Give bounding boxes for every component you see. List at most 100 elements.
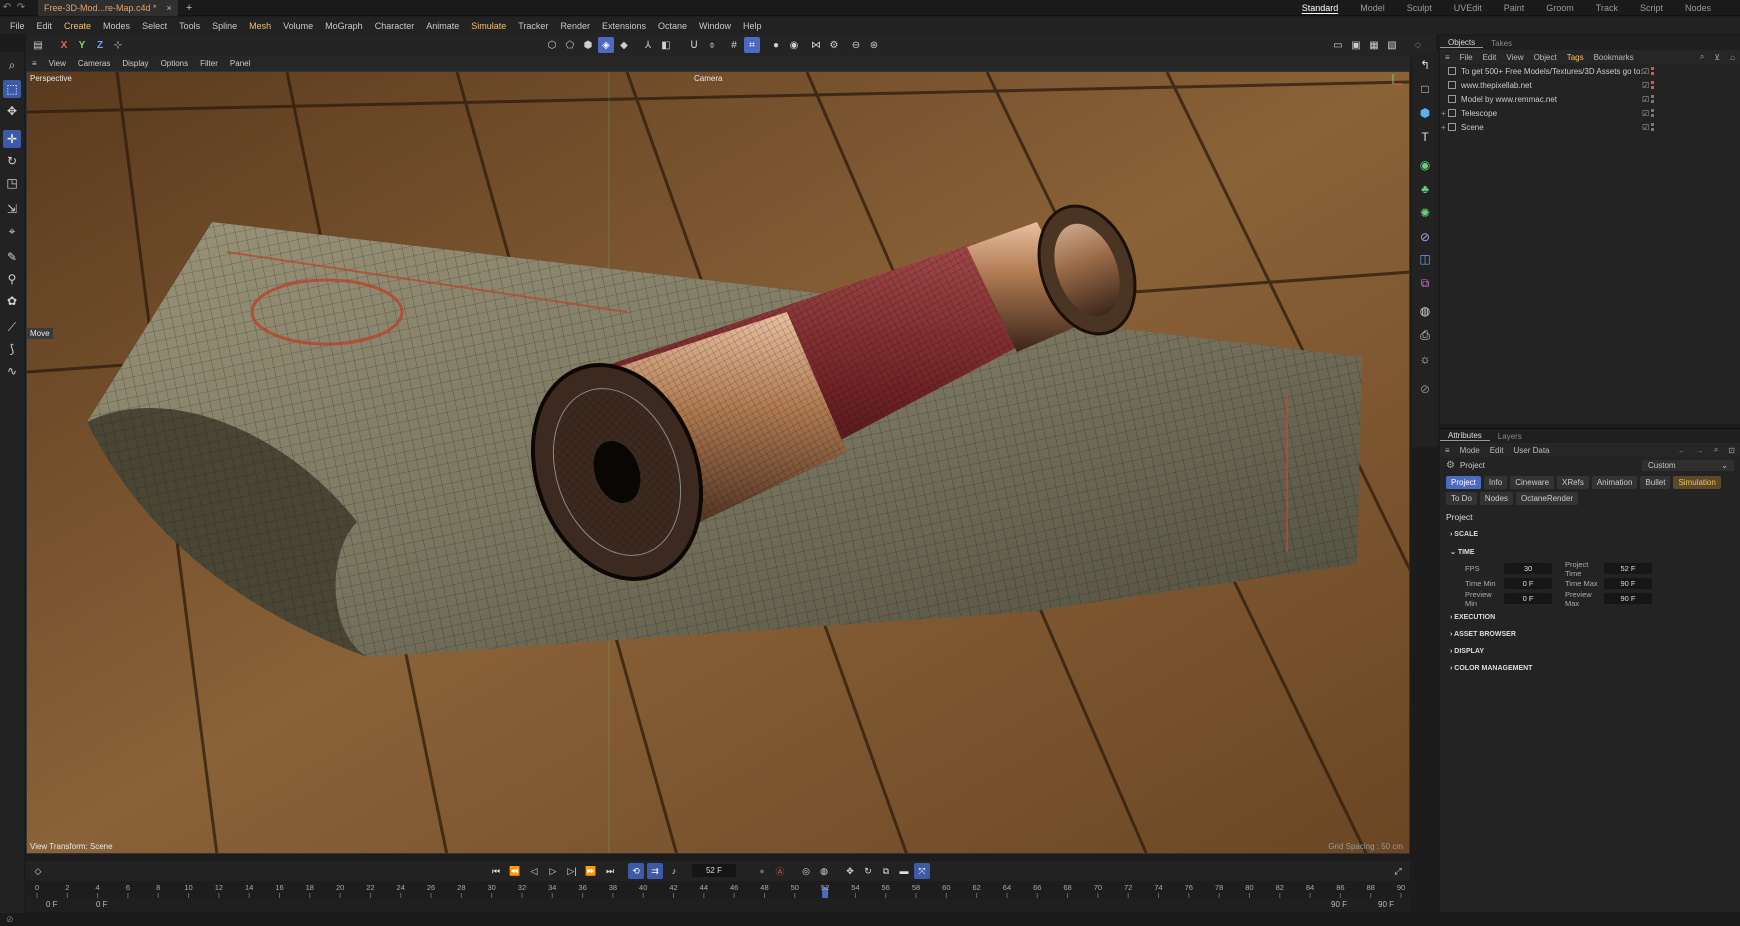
attr-tab-simulation[interactable]: Simulation (1673, 476, 1721, 489)
workplane-icon[interactable]: ◧ (658, 37, 674, 53)
object-row[interactable]: To get 500+ Free Models/Textures/3D Asse… (1440, 64, 1740, 78)
search-icon[interactable]: ⌕ (3, 56, 21, 74)
time-max-field[interactable]: 90 F (1604, 578, 1652, 589)
menu-tools[interactable]: Tools (173, 21, 206, 31)
document-tab[interactable]: Free-3D-Mod...re-Map.c4d * × (38, 0, 178, 16)
attr-tab-xrefs[interactable]: XRefs (1557, 476, 1589, 489)
menu-spline[interactable]: Spline (206, 21, 243, 31)
tab-objects[interactable]: Objects (1440, 38, 1484, 48)
nav-back-icon[interactable]: ← (1673, 446, 1691, 455)
objects-menu-tags[interactable]: Tags (1562, 53, 1589, 62)
magnet-snap-icon[interactable]: Ս (686, 37, 702, 53)
section-scale[interactable]: › SCALE (1440, 526, 1740, 543)
objects-search-icon[interactable]: ⌕ (1695, 52, 1709, 62)
menu-mesh[interactable]: Mesh (243, 21, 277, 31)
viewport-menu-panel[interactable]: Panel (224, 59, 256, 68)
undo-icon[interactable]: ↶ (0, 2, 14, 13)
visibility-dots-icon[interactable] (1651, 109, 1654, 117)
menu-simulate[interactable]: Simulate (465, 21, 512, 31)
attr-tab-bullet[interactable]: Bullet (1640, 476, 1671, 489)
section-color-management[interactable]: › COLOR MANAGEMENT (1440, 660, 1740, 677)
deformer-icon[interactable]: ✺ (1416, 204, 1434, 222)
new-tab-icon[interactable]: + (186, 2, 192, 14)
attributes-menu-user-data[interactable]: User Data (1508, 446, 1554, 455)
viewport-menu-display[interactable]: Display (116, 59, 154, 68)
render-view-icon[interactable]: ▣ (1348, 37, 1364, 53)
viewport-projection-label[interactable]: Perspective (30, 74, 72, 83)
next-frame-icon[interactable]: ▷| (564, 863, 580, 879)
menu-modes[interactable]: Modes (97, 21, 136, 31)
next-key-icon[interactable]: ⏩ (583, 863, 599, 879)
texture-mode-icon[interactable]: ◆ (616, 37, 632, 53)
play-icon[interactable]: ▷ (545, 863, 561, 879)
attr-tab-project[interactable]: Project (1446, 476, 1481, 489)
layout-icon[interactable]: ▤ (30, 37, 46, 53)
menu-select[interactable]: Select (136, 21, 173, 31)
transform-tool-icon[interactable]: ⇲ (3, 200, 21, 218)
playback-rate-icon[interactable]: ⇉ (647, 863, 663, 879)
volume-icon[interactable]: ◫ (1416, 250, 1434, 268)
layout-tab-track[interactable]: Track (1585, 3, 1629, 13)
visibility-check-icon[interactable]: ☑ (1642, 109, 1649, 118)
x-axis-toggle[interactable]: X (56, 37, 72, 53)
go-to-start-icon[interactable]: ⏮ (488, 863, 504, 879)
key-rotation-icon[interactable]: ◍ (816, 863, 832, 879)
menu-help[interactable]: Help (737, 21, 768, 31)
record-icon[interactable]: ● (754, 863, 770, 879)
text-icon[interactable]: T (1416, 128, 1434, 146)
sound-icon[interactable]: ♪ (666, 863, 682, 879)
y-axis-toggle[interactable]: Y (74, 37, 90, 53)
edges-mode-icon[interactable]: ⬠ (562, 37, 578, 53)
visibility-check-icon[interactable]: ☑ (1642, 95, 1649, 104)
layout-tab-script[interactable]: Script (1629, 3, 1674, 13)
objects-menu-object[interactable]: Object (1529, 53, 1562, 62)
objects-menu-bookmarks[interactable]: Bookmarks (1589, 53, 1639, 62)
edit-render-settings-icon[interactable]: ▧ (1384, 37, 1400, 53)
key-pla-icon[interactable]: ⧉ (878, 863, 894, 879)
sculpt-icon[interactable]: ∿ (3, 362, 21, 380)
key-param-icon[interactable]: ↻ (860, 863, 876, 879)
render-region-icon[interactable]: ▭ (1330, 37, 1346, 53)
section-display[interactable]: › DISPLAY (1440, 643, 1740, 660)
snap-enable-icon[interactable]: ⌗ (744, 37, 760, 53)
object-row[interactable]: Model by www.remmac.net ☑ (1440, 92, 1740, 106)
fps-field[interactable]: 30 (1504, 563, 1552, 574)
preview-min-field[interactable]: 0 F (1504, 593, 1552, 604)
paint-icon[interactable]: ✿ (3, 292, 21, 310)
render-picture-viewer-icon[interactable]: ▦ (1366, 37, 1382, 53)
viewport-hamburger-icon[interactable]: ≡ (26, 59, 43, 68)
tab-layers[interactable]: Layers (1490, 432, 1530, 441)
brush-icon[interactable]: ⚲ (3, 270, 21, 288)
section-execution[interactable]: › EXECUTION (1440, 606, 1740, 626)
attr-tab-info[interactable]: Info (1483, 476, 1508, 489)
cube-icon[interactable]: ⬢ (1416, 104, 1434, 122)
menu-character[interactable]: Character (369, 21, 421, 31)
interactive-render-icon[interactable]: ◌ (1410, 37, 1426, 53)
key-point-icon[interactable]: ▬ (896, 863, 912, 879)
go-to-end-icon[interactable]: ⏭ (602, 863, 618, 879)
visibility-check-icon[interactable]: ☑ (1642, 123, 1649, 132)
layout-tab-model[interactable]: Model (1349, 3, 1396, 13)
layout-tab-paint[interactable]: Paint (1493, 3, 1536, 13)
menu-animate[interactable]: Animate (420, 21, 465, 31)
time-min-field[interactable]: 0 F (1504, 578, 1552, 589)
attr-tab-octanerender[interactable]: OctaneRender (1516, 492, 1579, 505)
menu-extensions[interactable]: Extensions (596, 21, 652, 31)
attr-tab-nodes[interactable]: Nodes (1479, 492, 1514, 505)
model-mode-icon[interactable]: ◈ (598, 37, 614, 53)
field-icon[interactable]: ⊘ (1416, 228, 1434, 246)
attributes-search-icon[interactable]: ⌕ (1709, 445, 1723, 455)
timeline-expand-icon[interactable]: ⤢ (1390, 863, 1406, 879)
preview-max-field[interactable]: 90 F (1604, 593, 1652, 604)
viewport-menu-view[interactable]: View (43, 59, 72, 68)
menu-volume[interactable]: Volume (277, 21, 319, 31)
3d-viewport[interactable]: Perspective Camera Move View Transform: … (26, 71, 1410, 854)
light-icon[interactable]: ☼ (1416, 350, 1434, 368)
current-frame-field[interactable]: 52 F (692, 864, 736, 877)
tab-attributes[interactable]: Attributes (1440, 431, 1490, 441)
tag-icon[interactable]: ⊘ (1416, 380, 1434, 398)
project-time-field[interactable]: 52 F (1604, 563, 1652, 574)
null-object-icon[interactable]: ↰ (1416, 56, 1434, 74)
layout-tab-standard[interactable]: Standard (1291, 3, 1350, 13)
menu-tracker[interactable]: Tracker (512, 21, 554, 31)
